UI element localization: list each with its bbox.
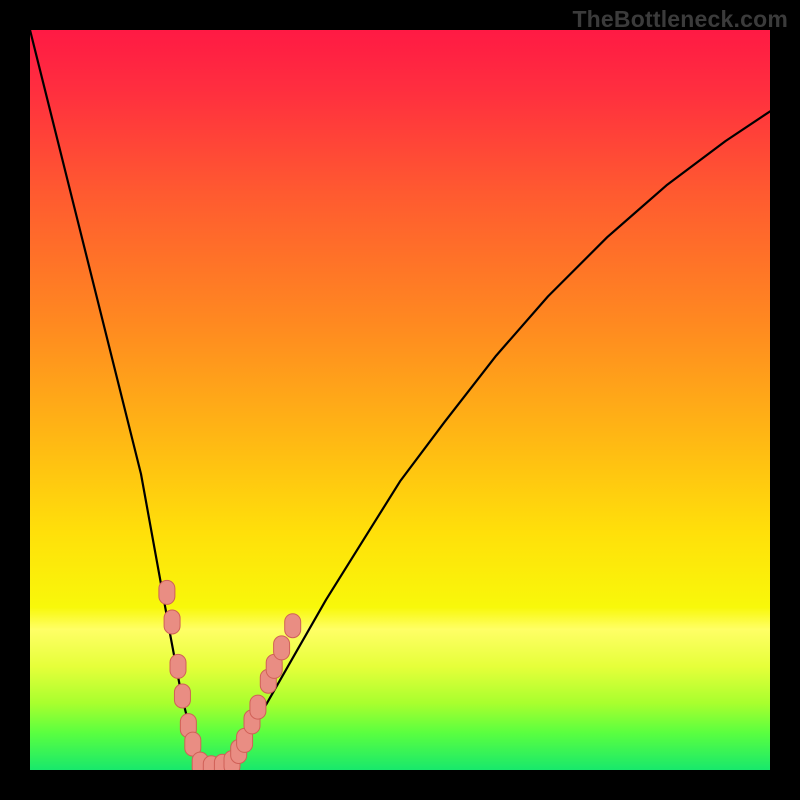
sample-min-4 bbox=[224, 751, 240, 770]
bottleneck-curve bbox=[30, 30, 770, 770]
sample-left-5 bbox=[180, 714, 196, 738]
sample-right-8 bbox=[285, 614, 301, 638]
sample-left-1 bbox=[159, 580, 175, 604]
sample-left-6 bbox=[185, 732, 201, 756]
chart-frame: TheBottleneck.com bbox=[0, 0, 800, 800]
chart-plot-area bbox=[30, 30, 770, 770]
sample-left-3 bbox=[170, 654, 186, 678]
watermark-text: TheBottleneck.com bbox=[572, 6, 788, 33]
sample-min-2 bbox=[203, 756, 219, 770]
sample-left-4 bbox=[174, 684, 190, 708]
sample-right-3 bbox=[244, 710, 260, 734]
sample-right-5 bbox=[260, 669, 276, 693]
sample-right-1 bbox=[231, 740, 247, 764]
sample-min-3 bbox=[214, 754, 230, 770]
sample-right-7 bbox=[274, 636, 290, 660]
sample-left-2 bbox=[164, 610, 180, 634]
sample-right-4 bbox=[250, 695, 266, 719]
data-markers bbox=[159, 580, 301, 770]
sample-min-1 bbox=[192, 752, 208, 770]
sample-right-2 bbox=[237, 728, 253, 752]
chart-svg bbox=[30, 30, 770, 770]
sample-right-6 bbox=[266, 654, 282, 678]
